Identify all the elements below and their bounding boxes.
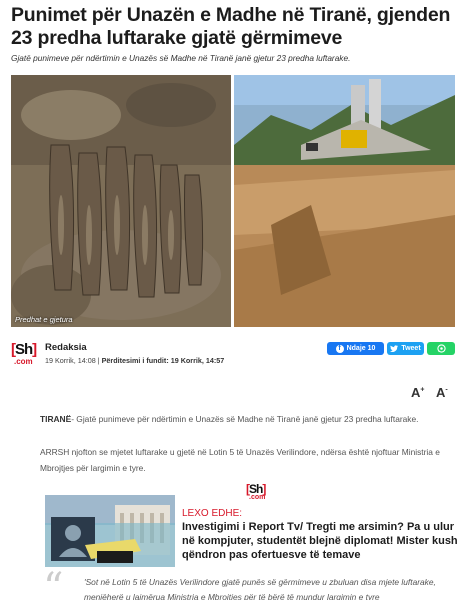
updated-label: Përditesimi i fundit:: [101, 356, 169, 365]
facebook-share-label: Ndaje 10: [346, 345, 376, 352]
dateline: TIRANË: [40, 414, 72, 424]
published-date: 19 Korrik, 14:08: [45, 356, 96, 365]
article-hero-image[interactable]: Predhat e gjetura: [11, 75, 455, 327]
twitter-icon: [390, 345, 399, 352]
font-increase-button[interactable]: A+: [411, 385, 424, 400]
article-paragraph: TIRANË- Gjatë punimeve për ndërtimin e U…: [40, 411, 460, 427]
twitter-share-button[interactable]: Tweet: [387, 342, 424, 355]
hero-photo: [11, 75, 455, 327]
updated-date: 19 Korrik, 14:57: [170, 356, 225, 365]
site-logo[interactable]: [Sh] .com: [11, 341, 41, 369]
facebook-share-button[interactable]: f Ndaje 10: [327, 342, 384, 355]
site-logo-suffix: .com: [14, 357, 33, 366]
related-article-card[interactable]: LEXO EDHE: Investigimi i Report Tv/ Treg…: [45, 495, 458, 567]
publish-dates: 19 Korrik, 14:08 | Përditesimi i fundit:…: [45, 356, 225, 365]
site-logo-text: [Sh]: [11, 341, 37, 358]
related-thumbnail: [45, 495, 175, 567]
paragraph-text: - Gjatë punimeve për ndërtimin e Unazës …: [71, 414, 419, 424]
article-subtitle: Gjatë punimeve për ndërtimin e Unazës së…: [11, 53, 351, 63]
article-quote: 'Sot në Lotin 5 të Unazës Verilindore gj…: [84, 577, 436, 600]
facebook-icon: f: [335, 344, 344, 353]
font-decrease-button[interactable]: A-: [436, 385, 448, 400]
font-decrease-label: A: [436, 385, 446, 400]
article-title: Punimet për Unazën e Madhe në Tiranë, gj…: [11, 4, 451, 49]
author-name[interactable]: Redaksia: [45, 342, 87, 353]
related-article-title[interactable]: Investigimi i Report Tv/ Tregti me arsim…: [182, 520, 460, 562]
twitter-share-label: Tweet: [401, 345, 421, 352]
quote-icon: “: [43, 565, 64, 600]
article-paragraph: ARRSH njofton se mjetet luftarake u gjet…: [40, 447, 440, 473]
whatsapp-share-button[interactable]: [427, 342, 455, 355]
related-label: LEXO EDHE:: [182, 508, 243, 519]
whatsapp-icon: [436, 344, 446, 353]
related-article-image[interactable]: [45, 495, 175, 567]
article-byline: [Sh] .com Redaksia 19 Korrik, 14:08 | Pë…: [11, 340, 455, 370]
image-caption: Predhat e gjetura: [15, 315, 73, 324]
font-increase-label: A: [411, 385, 421, 400]
